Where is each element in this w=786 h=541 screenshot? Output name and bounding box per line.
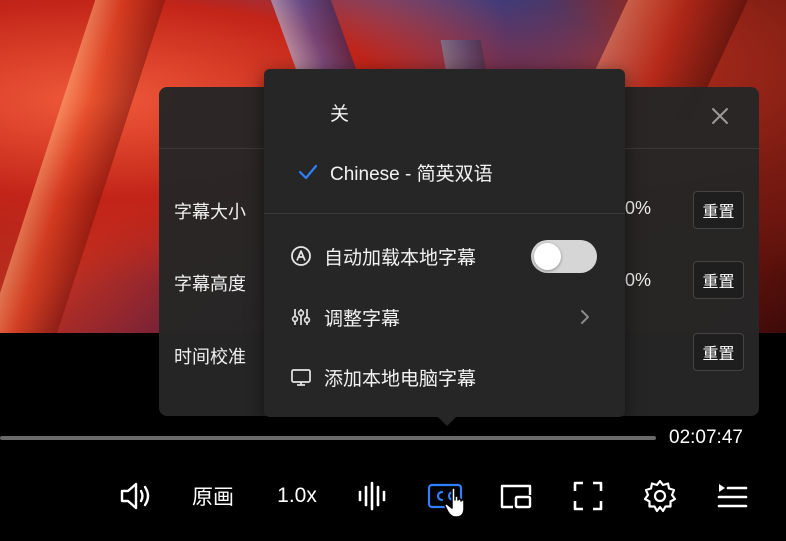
subtitle-track-label: Chinese - 简英双语 — [330, 163, 493, 185]
auto-subtitle-icon — [290, 245, 312, 267]
subtitle-size-label: 字幕大小 — [174, 202, 246, 222]
speed-button[interactable]: 1.0x — [272, 476, 322, 516]
subtitle-off-label: 关 — [330, 103, 350, 125]
subtitle-track-option[interactable]: Chinese - 简英双语 — [264, 150, 625, 194]
settings-button[interactable] — [642, 476, 678, 516]
fullscreen-button[interactable] — [570, 476, 606, 516]
subtitle-height-label: 字幕高度 — [174, 274, 246, 294]
quality-button[interactable]: 原画 — [186, 476, 240, 516]
check-icon — [298, 162, 318, 182]
add-local-subtitle-option[interactable]: 添加本地电脑字幕 — [264, 355, 625, 399]
sliders-icon — [290, 306, 312, 328]
toggle-knob — [534, 243, 561, 270]
volume-icon — [119, 481, 153, 511]
subtitle-size-reset-button[interactable]: 重置 — [693, 191, 744, 229]
timing-calibration-reset-button[interactable]: 重置 — [693, 333, 744, 371]
auto-load-toggle[interactable] — [531, 240, 597, 273]
hand-cursor-icon — [443, 486, 473, 520]
fullscreen-icon — [572, 480, 604, 512]
audio-track-button[interactable] — [354, 476, 390, 516]
adjust-subtitle-label: 调整字幕 — [324, 308, 401, 330]
time-remaining: 02:07:47 — [669, 427, 743, 448]
video-artwork — [0, 0, 166, 333]
playlist-button[interactable] — [714, 476, 750, 516]
playlist-icon — [716, 481, 748, 511]
picture-in-picture-icon — [499, 481, 533, 511]
audio-waveform-icon — [356, 481, 388, 511]
auto-load-subtitle-label: 自动加载本地字幕 — [324, 247, 477, 269]
chevron-right-icon — [578, 308, 592, 326]
progress-bar[interactable] — [0, 436, 656, 440]
picture-in-picture-button[interactable] — [498, 476, 534, 516]
subtitle-off-option[interactable]: 关 — [264, 90, 625, 134]
subtitle-menu: 关 Chinese - 简英双语 自动加载本地字幕 调整字幕 添加本地电脑字幕 — [264, 69, 625, 426]
add-local-subtitle-label: 添加本地电脑字幕 — [324, 368, 477, 390]
volume-button[interactable] — [116, 476, 156, 516]
subtitle-height-reset-button[interactable]: 重置 — [693, 261, 744, 299]
gear-icon — [643, 479, 677, 513]
adjust-subtitle-option[interactable]: 调整字幕 — [264, 295, 625, 339]
close-icon[interactable] — [709, 105, 731, 127]
menu-divider — [264, 213, 625, 214]
timing-calibration-label: 时间校准 — [174, 347, 246, 367]
monitor-icon — [290, 366, 312, 388]
